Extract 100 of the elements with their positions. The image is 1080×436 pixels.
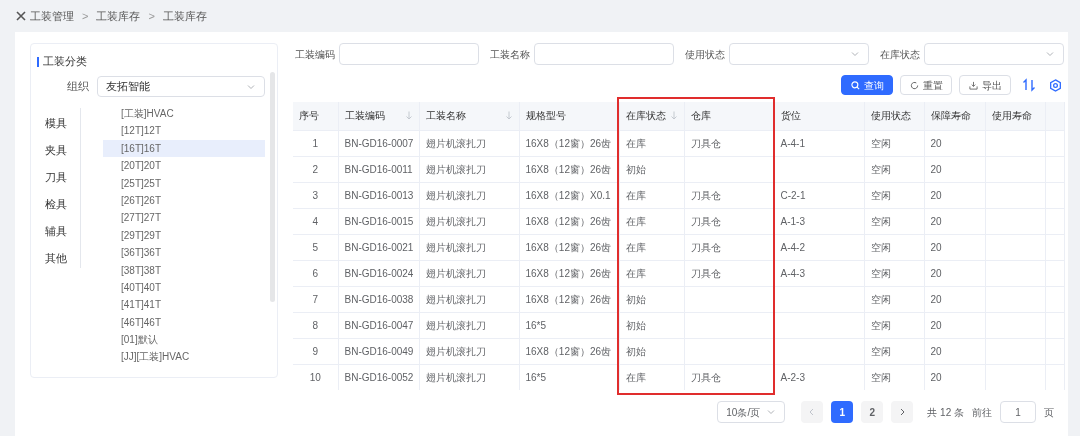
breadcrumb-separator: > (81, 8, 90, 24)
table-cell: 空闲 (870, 371, 891, 383)
column-header[interactable]: 保障寿命 (930, 108, 971, 124)
next-page-button[interactable] (891, 401, 914, 423)
table-cell: BN-GD16-0011 (344, 163, 413, 175)
org-select[interactable]: 友拓智能 (97, 76, 265, 97)
breadcrumb-link[interactable]: 工装库存 (96, 7, 141, 25)
column-header[interactable]: 货位 (780, 108, 801, 124)
tree-item[interactable]: [26T]26T (103, 191, 265, 210)
column-header[interactable]: 在库状态 (625, 108, 666, 124)
settings-icon[interactable] (1049, 78, 1062, 92)
tree-item[interactable]: [25T]25T (103, 174, 265, 192)
tree-item[interactable]: [JJ][工装]HVAC (103, 348, 265, 366)
caret-icon (850, 49, 860, 59)
column-header[interactable]: 工装编码 (344, 108, 385, 124)
page-button[interactable]: 2 (861, 401, 884, 423)
table-cell: BN-GD16-0024 (344, 267, 414, 279)
refresh-icon (909, 80, 919, 90)
field-label: 前往 (972, 405, 992, 420)
page-input[interactable]: 1 (1000, 401, 1036, 423)
column-header[interactable]: 规格型号 (525, 108, 566, 124)
category-item[interactable]: 模具 (44, 110, 67, 137)
row-number: 1 (312, 137, 319, 149)
select-value: 10条/页 (726, 405, 761, 420)
column-header[interactable]: 仓库 (690, 108, 711, 124)
table-cell: 16X8（12窗）26齿 (525, 345, 612, 357)
select-field[interactable] (924, 43, 1064, 65)
table-cell: 空闲 (870, 293, 891, 305)
field-label: 页 (1044, 405, 1054, 420)
sort-arrow-icon[interactable] (504, 111, 513, 121)
field-label: 使用状态 (684, 47, 725, 62)
tree-item[interactable]: [38T]38T (103, 261, 265, 279)
download-icon (968, 80, 978, 90)
row-number: 7 (312, 293, 319, 305)
sort-arrow-icon[interactable] (669, 111, 678, 121)
table-cell: 16X8（12窗）26齿 (525, 267, 612, 279)
scrollbar[interactable] (270, 72, 275, 302)
column-header[interactable]: 使用寿命 (991, 108, 1032, 124)
column-header[interactable]: 工装名称 (425, 108, 466, 124)
breadcrumb-link[interactable]: 工装管理 (30, 7, 74, 25)
export-button[interactable]: 导出 (959, 75, 1011, 95)
input-field[interactable] (339, 43, 479, 65)
tree-item[interactable]: [36T]36T (103, 244, 265, 262)
reset-button[interactable]: 重置 (900, 75, 952, 95)
table-cell: 翅片机滚扎刀 (425, 267, 486, 279)
table-cell: BN-GD16-0013 (344, 189, 414, 201)
table-cell: 16X8（12窗）X0.1 (525, 189, 611, 201)
tree-item[interactable]: [20T]20T (103, 157, 265, 175)
row-number: 4 (312, 215, 319, 227)
input-field[interactable] (534, 43, 674, 65)
table-cell: 翅片机滚扎刀 (425, 345, 486, 357)
row-number: 5 (312, 241, 319, 253)
category-item[interactable]: 夹具 (44, 137, 67, 164)
tree-item[interactable]: [12T]12T (103, 122, 265, 140)
caret-icon (1045, 49, 1055, 59)
table-cell: BN-GD16-0007 (344, 137, 414, 149)
table-cell: 空闲 (870, 137, 891, 149)
chevron-right-icon (898, 408, 907, 416)
row-number: 8 (312, 319, 319, 331)
tree-item[interactable]: [41T]41T (103, 296, 265, 314)
column-header[interactable]: 使用状态 (870, 108, 911, 124)
category-item[interactable]: 检具 (44, 191, 67, 218)
tree-item[interactable]: [46T]46T (103, 313, 265, 332)
table-cell: 刀具仓 (690, 189, 721, 201)
table-cell: 20 (930, 319, 942, 331)
table-cell: A-4-3 (780, 267, 805, 279)
search-icon (850, 80, 860, 90)
table-cell: 在库 (625, 267, 646, 279)
table-cell: 20 (930, 163, 942, 175)
sort-icon[interactable] (1022, 78, 1036, 92)
search-button[interactable]: 查询 (841, 75, 893, 95)
previous-page-button[interactable] (801, 401, 824, 423)
tree-item[interactable]: [01]默认 (103, 331, 265, 349)
total-count: 共 12 条 (927, 405, 964, 420)
category-item[interactable]: 其他 (44, 245, 67, 272)
page-button[interactable]: 1 (831, 401, 854, 423)
table-cell: 16X8（12窗）26齿 (525, 293, 612, 305)
row-number: 2 (312, 163, 319, 175)
table-cell: 在库 (625, 241, 646, 253)
tree-item[interactable]: [27T]27T (103, 209, 265, 227)
page-size-select[interactable]: 10条/页 (717, 401, 786, 423)
field-label: 工装名称 (489, 47, 530, 62)
tree-item[interactable]: [工装]HVAC (103, 105, 265, 123)
category-item[interactable]: 刀具 (44, 164, 67, 191)
table-cell: 翅片机滚扎刀 (425, 163, 486, 175)
table-cell: 20 (930, 189, 942, 201)
table-cell: 在库 (625, 189, 646, 201)
table-cell: 刀具仓 (690, 267, 721, 279)
table-cell: 初始 (625, 319, 646, 331)
column-header[interactable]: 序号 (299, 108, 319, 124)
sort-arrow-icon[interactable] (404, 111, 413, 121)
table-cell: 初始 (625, 345, 646, 357)
tree-item[interactable]: [16T]16T (103, 139, 265, 158)
tree-item[interactable]: [29T]29T (103, 226, 265, 245)
select-field[interactable] (729, 43, 869, 65)
table-cell: 翅片机滚扎刀 (425, 371, 486, 383)
tree-item[interactable]: [40T]40T (103, 278, 265, 297)
row-number: 9 (312, 345, 319, 357)
table-cell: A-4-2 (780, 241, 805, 253)
category-item[interactable]: 辅具 (44, 218, 67, 245)
